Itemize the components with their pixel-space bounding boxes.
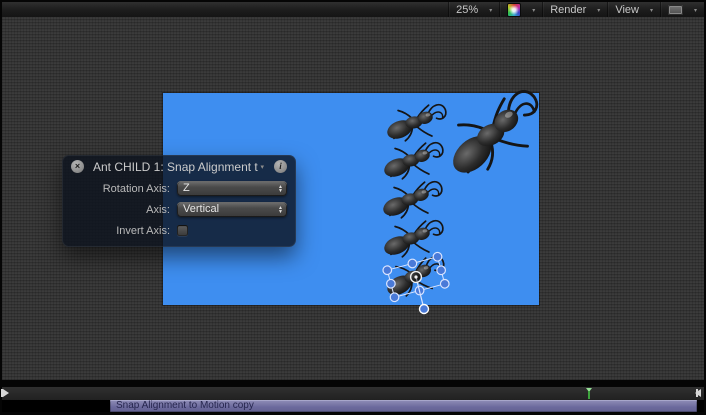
- stepper-icon: ▲▼: [278, 185, 283, 193]
- axis-label: Axis:: [62, 204, 177, 216]
- chevron-down-icon: ▾: [489, 7, 492, 14]
- chevron-down-icon: ▾: [532, 7, 535, 14]
- channels-control[interactable]: ▾: [499, 2, 542, 17]
- chevron-down-icon: ▾: [597, 7, 600, 14]
- axis-value: Vertical: [183, 202, 278, 217]
- in-point-marker-icon[interactable]: [3, 389, 9, 397]
- timeline-scrubbar[interactable]: [2, 386, 704, 401]
- window-layout-icon: [668, 5, 683, 15]
- axis-row: Axis: Vertical ▲▼: [62, 199, 296, 220]
- axis-popup[interactable]: Vertical ▲▼: [177, 202, 287, 217]
- info-icon[interactable]: i: [274, 160, 287, 173]
- rotation-axis-popup[interactable]: Z ▲▼: [177, 181, 287, 196]
- motion-window: 25% ▾ ▾ Render ▾ View ▾ ▾: [0, 0, 706, 415]
- chevron-down-icon[interactable]: ▾: [260, 163, 264, 171]
- rotation-axis-row: Rotation Axis: Z ▲▼: [62, 178, 296, 199]
- rotation-axis-value: Z: [183, 181, 278, 196]
- layout-control[interactable]: ▾: [660, 2, 704, 17]
- timeline-track: Snap Alignment to Motion copy: [2, 400, 704, 412]
- timeline-track-lead: [7, 400, 111, 412]
- view-menu-label: View: [615, 4, 639, 16]
- canvas-toolbar: 25% ▾ ▾ Render ▾ View ▾ ▾: [2, 2, 704, 18]
- stepper-icon: ▲▼: [278, 206, 283, 214]
- invert-axis-label: Invert Axis:: [62, 225, 177, 237]
- hud-header: × Ant CHILD 1: Snap Alignment to… ▾ i: [62, 155, 296, 178]
- color-channels-icon: [507, 3, 521, 17]
- behavior-bar-label: Snap Alignment to Motion copy: [116, 400, 254, 411]
- hud-panel: × Ant CHILD 1: Snap Alignment to… ▾ i Ro…: [62, 155, 296, 247]
- zoom-level-control[interactable]: 25% ▾: [448, 2, 499, 17]
- view-menu[interactable]: View ▾: [607, 2, 660, 17]
- out-point-marker-icon[interactable]: [695, 389, 701, 397]
- invert-axis-row: Invert Axis:: [62, 220, 296, 241]
- zoom-level-value: 25%: [456, 4, 478, 16]
- behavior-bar[interactable]: Snap Alignment to Motion copy: [110, 400, 697, 412]
- render-menu[interactable]: Render ▾: [542, 2, 607, 17]
- close-icon[interactable]: ×: [71, 160, 84, 173]
- chevron-down-icon: ▾: [650, 7, 653, 14]
- rotation-axis-label: Rotation Axis:: [62, 183, 177, 195]
- chevron-down-icon: ▾: [694, 7, 697, 14]
- invert-axis-checkbox[interactable]: [177, 225, 188, 236]
- render-menu-label: Render: [550, 4, 586, 16]
- hud-title[interactable]: Ant CHILD 1: Snap Alignment to…: [93, 160, 258, 174]
